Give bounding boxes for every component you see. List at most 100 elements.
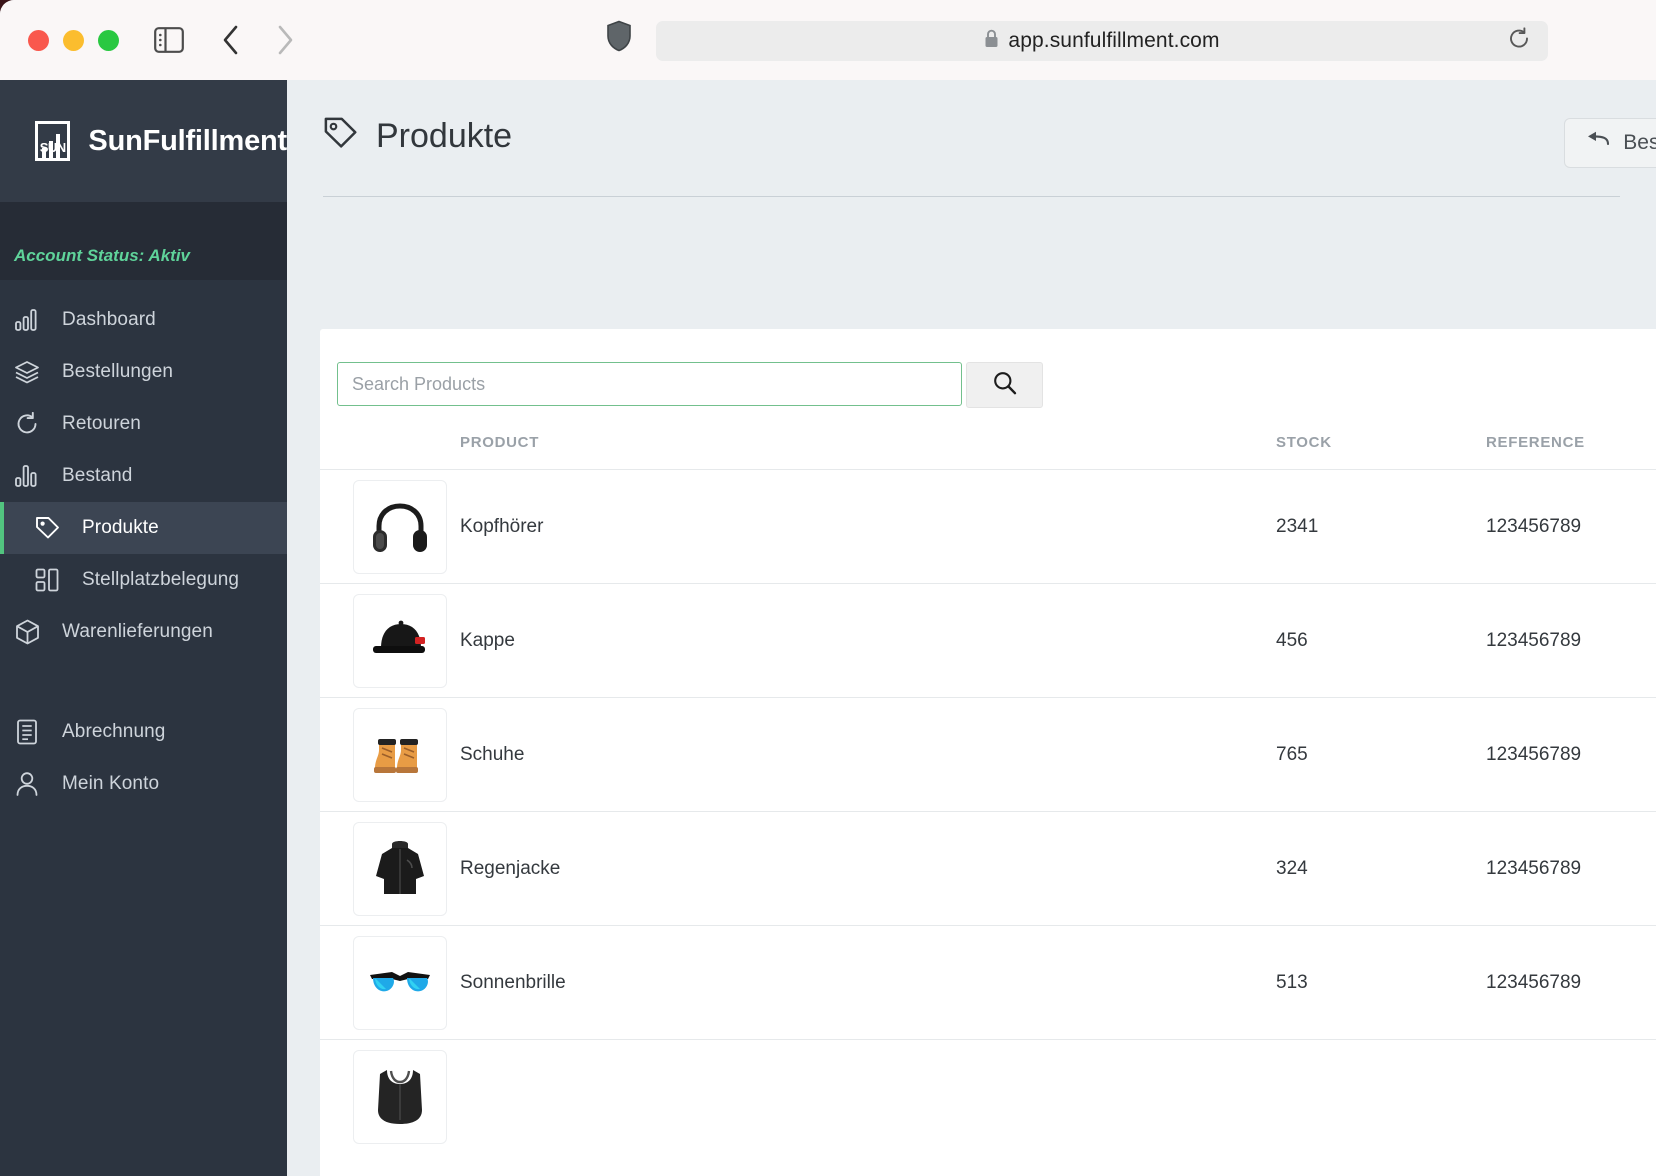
product-name: Kappe	[460, 583, 1276, 698]
column-header-thumbnail	[320, 434, 460, 470]
browser-toolbar: app.sunfulfillment.com	[0, 0, 1656, 80]
table-header-row: PRODUCT STOCK REFERENCE	[320, 434, 1656, 470]
sidebar-item-bestand[interactable]: Bestand	[0, 450, 287, 502]
product-thumbnail-cell	[320, 925, 460, 1040]
sidebar: SUN SunFulfillment Account Status: Aktiv…	[0, 80, 287, 1176]
sidebar-item-label: Mein Konto	[62, 773, 160, 794]
search-bar	[320, 329, 1656, 408]
product-reference: 123456789	[1486, 469, 1656, 584]
table-row[interactable]: Regenjacke 324 123456789	[320, 811, 1656, 926]
bar-chart-icon	[12, 309, 42, 331]
brand-logo[interactable]: SUN SunFulfillment	[0, 80, 287, 202]
refresh-icon	[12, 412, 42, 436]
headphones-image	[353, 479, 447, 574]
column-header-reference: REFERENCE	[1486, 434, 1585, 451]
sidebar-item-label: Produkte	[82, 517, 159, 538]
sidebar-item-label: Abrechnung	[62, 721, 166, 742]
table-row[interactable]: Kopfhörer 2341 123456789	[320, 469, 1656, 584]
products-table-head: PRODUCT STOCK REFERENCE	[320, 434, 1656, 470]
sidebar-item-bestellungen[interactable]: Bestellungen	[0, 346, 287, 398]
sidebar-item-label: Stellplatzbelegung	[82, 569, 240, 590]
search-icon	[992, 370, 1018, 401]
product-thumbnail-cell	[320, 811, 460, 926]
table-row[interactable]: Schuhe 765 123456789	[320, 697, 1656, 812]
main-content: Produkte Bestä	[287, 80, 1656, 1176]
box-icon	[12, 619, 42, 645]
tag-icon	[32, 516, 62, 541]
brand-name: SunFulfillment	[88, 124, 287, 157]
product-name	[460, 1039, 1276, 1154]
cap-image	[353, 593, 447, 688]
sidebar-panel-icon[interactable]	[149, 20, 189, 60]
product-reference	[1486, 1039, 1656, 1154]
tag-icon	[323, 116, 358, 156]
sidebar-item-produkte[interactable]: Produkte	[0, 502, 287, 554]
products-table: PRODUCT STOCK REFERENCE Kopfhörer 2341 1…	[320, 434, 1656, 1154]
page-header: Produkte Bestä	[287, 80, 1656, 197]
product-reference: 123456789	[1486, 697, 1656, 812]
product-stock: 2341	[1276, 469, 1486, 584]
chevron-left-icon[interactable]	[211, 20, 251, 60]
product-stock: 513	[1276, 925, 1486, 1040]
boots-image	[353, 707, 447, 802]
product-stock: 324	[1276, 811, 1486, 926]
product-reference: 123456789	[1486, 811, 1656, 926]
product-thumbnail-cell	[320, 469, 460, 584]
minimize-window-button[interactable]	[63, 29, 84, 51]
header-divider	[323, 196, 1620, 197]
sidebar-item-mein-konto[interactable]: Mein Konto	[0, 758, 287, 810]
sun-logo-icon: SUN	[35, 121, 71, 161]
browser-window: app.sunfulfillment.com SUN SunFulfillmen…	[0, 0, 1656, 1176]
account-status-strip: Account Status: Aktiv	[0, 202, 287, 280]
maximize-window-button[interactable]	[98, 29, 119, 51]
product-name: Kopfhörer	[460, 469, 1276, 584]
sidebar-item-retouren[interactable]: Retouren	[0, 398, 287, 450]
sidebar-item-label: Retouren	[62, 413, 141, 434]
product-thumbnail-cell	[320, 697, 460, 812]
sunglasses-image	[353, 935, 447, 1030]
lock-icon	[984, 29, 999, 53]
product-thumbnail-cell	[320, 583, 460, 698]
sports-top-image	[353, 1049, 447, 1144]
window-traffic-lights	[28, 29, 119, 51]
sidebar-item-label: Dashboard	[62, 309, 156, 330]
layout-grid-icon	[32, 568, 62, 592]
reload-icon[interactable]	[1508, 27, 1530, 55]
address-bar[interactable]: app.sunfulfillment.com	[656, 21, 1548, 61]
sidebar-item-warenlieferungen[interactable]: Warenlieferungen	[0, 606, 287, 658]
url-text: app.sunfulfillment.com	[1008, 29, 1220, 52]
chevron-right-icon[interactable]	[265, 20, 305, 60]
product-stock	[1276, 1039, 1486, 1154]
bar-chart-alt-icon	[12, 465, 42, 487]
product-name: Regenjacke	[460, 811, 1276, 926]
sidebar-item-abrechnung[interactable]: Abrechnung	[0, 706, 287, 758]
product-reference: 123456789	[1486, 925, 1656, 1040]
products-card: PRODUCT STOCK REFERENCE	[320, 329, 1656, 1176]
sidebar-item-dashboard[interactable]: Dashboard	[0, 294, 287, 346]
shield-icon[interactable]	[606, 20, 632, 57]
sidebar-item-label: Bestand	[62, 465, 133, 486]
document-icon	[12, 719, 42, 745]
confirm-order-button[interactable]: Bestä	[1564, 118, 1656, 168]
account-status-text: Account Status: Aktiv	[14, 246, 191, 265]
table-row[interactable]: Kappe 456 123456789	[320, 583, 1656, 698]
product-reference: 123456789	[1486, 583, 1656, 698]
product-stock: 765	[1276, 697, 1486, 812]
column-header-stock: STOCK	[1276, 434, 1332, 451]
table-row[interactable]: Sonnenbrille 513 123456789	[320, 925, 1656, 1040]
sidebar-item-stellplatzbelegung[interactable]: Stellplatzbelegung	[0, 554, 287, 606]
close-window-button[interactable]	[28, 29, 49, 51]
user-icon	[12, 771, 42, 797]
sidebar-nav: Dashboard Bestellungen Retouren Bestand …	[0, 280, 287, 810]
sidebar-item-label: Warenlieferungen	[62, 621, 213, 642]
rain-jacket-image	[353, 821, 447, 916]
layers-icon	[12, 360, 42, 384]
table-row[interactable]	[320, 1039, 1656, 1154]
search-input[interactable]	[337, 362, 962, 406]
product-name: Schuhe	[460, 697, 1276, 812]
column-header-product: PRODUCT	[460, 434, 540, 451]
search-button[interactable]	[966, 362, 1043, 408]
arrow-back-icon	[1587, 131, 1610, 155]
page-title: Produkte	[376, 116, 513, 155]
product-stock: 456	[1276, 583, 1486, 698]
